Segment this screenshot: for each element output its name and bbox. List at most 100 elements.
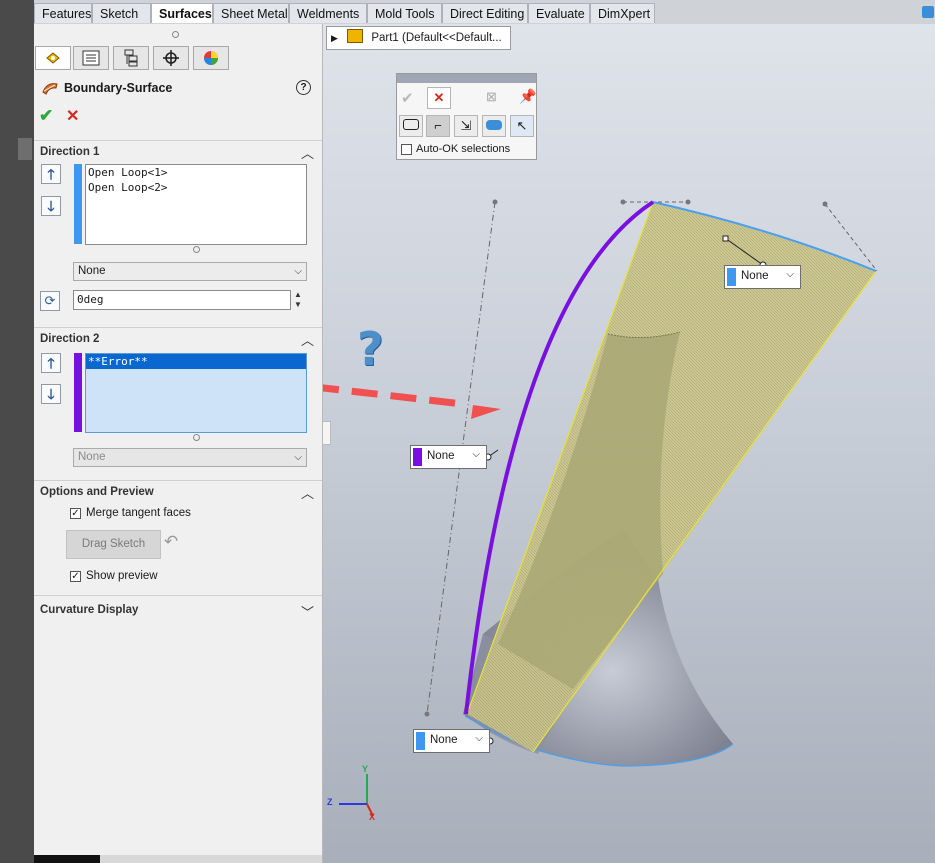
tab-mold-tools[interactable]: Mold Tools	[367, 3, 442, 23]
question-mark-annotation: ?	[357, 322, 384, 376]
tab-surfaces[interactable]: Surfaces	[151, 3, 213, 23]
arrow-down-icon: 🡓	[47, 386, 55, 402]
move-up-button[interactable]: 🡑	[41, 353, 61, 373]
callout-value: None	[741, 270, 769, 282]
chevron-down-icon: ⌵	[294, 266, 302, 277]
angle-spinner[interactable]: ▲ ▼	[294, 290, 302, 310]
list-item-error[interactable]: **Error**	[86, 354, 306, 369]
chevron-up-icon[interactable]: ︿	[301, 330, 314, 349]
direction2-curves-list[interactable]: **Error**	[85, 353, 307, 433]
options-header[interactable]: Options and Preview ︿	[34, 480, 322, 501]
angle-input[interactable]: 0deg	[73, 290, 291, 310]
chevron-up-icon[interactable]: ︿	[301, 483, 314, 502]
left-strip	[0, 0, 34, 863]
crosshair-icon	[163, 50, 179, 66]
face-icon	[486, 120, 502, 130]
chevron-down-icon[interactable]: ⌵	[475, 733, 483, 744]
list-item[interactable]: Open Loop<1>	[86, 165, 306, 180]
triad-z-label: Z	[327, 797, 333, 807]
sketch-point[interactable]	[685, 199, 691, 205]
tab-features[interactable]: Features	[34, 3, 92, 23]
toolbox-titlebar[interactable]	[397, 74, 536, 83]
callout-direction2-tangency[interactable]: None ⌵	[410, 445, 487, 469]
property-manager-tab[interactable]	[73, 46, 109, 70]
help-button[interactable]: ?	[296, 80, 311, 95]
color-swatch	[727, 268, 736, 286]
dimxpert-manager-tab[interactable]	[153, 46, 189, 70]
cancel-x-icon[interactable]: ✕	[66, 106, 79, 126]
arrow-down-icon: 🡓	[47, 198, 55, 214]
callout-handle[interactable]	[722, 235, 729, 242]
pin-icon[interactable]: 📌	[519, 88, 536, 105]
reverse-direction-button[interactable]: ⟳	[40, 291, 60, 311]
tab-sketch[interactable]: Sketch	[92, 3, 151, 23]
standard-select-button[interactable]: ↖	[510, 115, 534, 137]
move-down-button[interactable]: 🡓	[41, 196, 61, 216]
tab-evaluate[interactable]: Evaluate	[528, 3, 590, 23]
panel-grip[interactable]	[172, 31, 179, 38]
tab-weldments[interactable]: Weldments	[289, 3, 367, 23]
curvature-header[interactable]: Curvature Display ﹀	[34, 595, 322, 620]
drag-sketch-button: Drag Sketch	[66, 530, 161, 559]
feature-manager-tab[interactable]	[35, 46, 71, 70]
select-region-button[interactable]	[399, 115, 423, 137]
merge-tangent-label: Merge tangent faces	[86, 507, 191, 519]
direction2-title: Direction 2	[40, 333, 100, 345]
tab-sheet-metal[interactable]: Sheet Metal	[213, 3, 289, 23]
move-down-button[interactable]: 🡓	[41, 384, 61, 404]
ok-check-icon: ✔	[401, 90, 414, 107]
merge-tangent-checkbox[interactable]: ✓	[70, 508, 81, 519]
appearance-sphere-icon	[204, 51, 218, 65]
direction2-header[interactable]: Direction 2 ︿	[34, 327, 322, 348]
auto-ok-checkbox[interactable]	[401, 144, 412, 155]
callout-value: None	[427, 450, 455, 462]
arrow-up-icon: 🡑	[47, 355, 55, 371]
sketch-point[interactable]	[822, 201, 828, 207]
direction1-curves-list[interactable]: Open Loop<1> Open Loop<2>	[85, 164, 307, 245]
part-icon	[347, 29, 364, 43]
cursor-icon: ↖	[516, 118, 528, 133]
chevron-down-icon[interactable]: ⌵	[472, 449, 480, 460]
triad-x-label: X	[369, 812, 376, 822]
direction1-tangency-select[interactable]: None ⌵	[73, 262, 307, 281]
graphics-area[interactable]: ? Y Z X ▶ Part1 (Default<<Default... ✔ ✕…	[323, 24, 935, 863]
expand-triangle-icon[interactable]: ▶	[331, 33, 338, 43]
clear-selections-icon: ⊠	[486, 89, 497, 104]
chevron-down-icon[interactable]: ﹀	[301, 602, 314, 621]
select-group-button[interactable]: ⇲	[454, 115, 478, 137]
show-preview-checkbox[interactable]: ✓	[70, 571, 81, 582]
direction1-header[interactable]: Direction 1 ︿	[34, 140, 322, 161]
ok-check-icon[interactable]: ✔	[39, 106, 53, 126]
tangency-value: None	[78, 265, 106, 277]
sketch-point[interactable]	[424, 711, 430, 717]
scroll-thumb[interactable]	[34, 855, 100, 863]
direction1-color-bar	[74, 164, 82, 244]
select-face-button[interactable]	[482, 115, 506, 137]
tab-dimxpert[interactable]: DimXpert	[590, 3, 655, 23]
undo-icon: ↶	[164, 532, 179, 551]
rotate-arrow-icon: ⟳	[44, 293, 56, 308]
featuremanager-flyout[interactable]: ▶ Part1 (Default<<Default...	[326, 26, 511, 50]
chevron-down-icon[interactable]: ⌵	[786, 269, 794, 280]
selection-toolbox: ✔ ✕ ⊠ 📌 ⌐ ⇲ ↖ Auto-OK selections	[396, 73, 537, 160]
view-cube-icon[interactable]	[922, 6, 934, 18]
cancel-selection-button[interactable]: ✕	[427, 87, 451, 109]
callout-bottom-tangency[interactable]: None ⌵	[413, 729, 490, 753]
tab-direct-editing[interactable]: Direct Editing	[442, 3, 528, 23]
list-item[interactable]: Open Loop<2>	[86, 180, 306, 195]
display-manager-tab[interactable]	[193, 46, 229, 70]
select-open-loop-button[interactable]: ⌐	[426, 115, 450, 137]
panel-collapse-handle[interactable]	[323, 421, 331, 445]
direction2-color-bar	[74, 353, 82, 432]
callout-direction1-tangency[interactable]: None ⌵	[724, 265, 801, 289]
property-manager: Boundary-Surface ? ✔ ✕ Direction 1 ︿ 🡑 🡓…	[34, 24, 323, 863]
chevron-up-icon[interactable]: ︿	[301, 143, 314, 162]
feature-title: Boundary-Surface	[64, 81, 173, 95]
list-resize-grip[interactable]	[193, 246, 200, 253]
list-resize-grip[interactable]	[193, 434, 200, 441]
configuration-manager-tab[interactable]	[113, 46, 149, 70]
move-up-button[interactable]: 🡑	[41, 164, 61, 184]
show-preview-label: Show preview	[86, 570, 158, 582]
sketch-point[interactable]	[492, 199, 498, 205]
sketch-point[interactable]	[620, 199, 626, 205]
